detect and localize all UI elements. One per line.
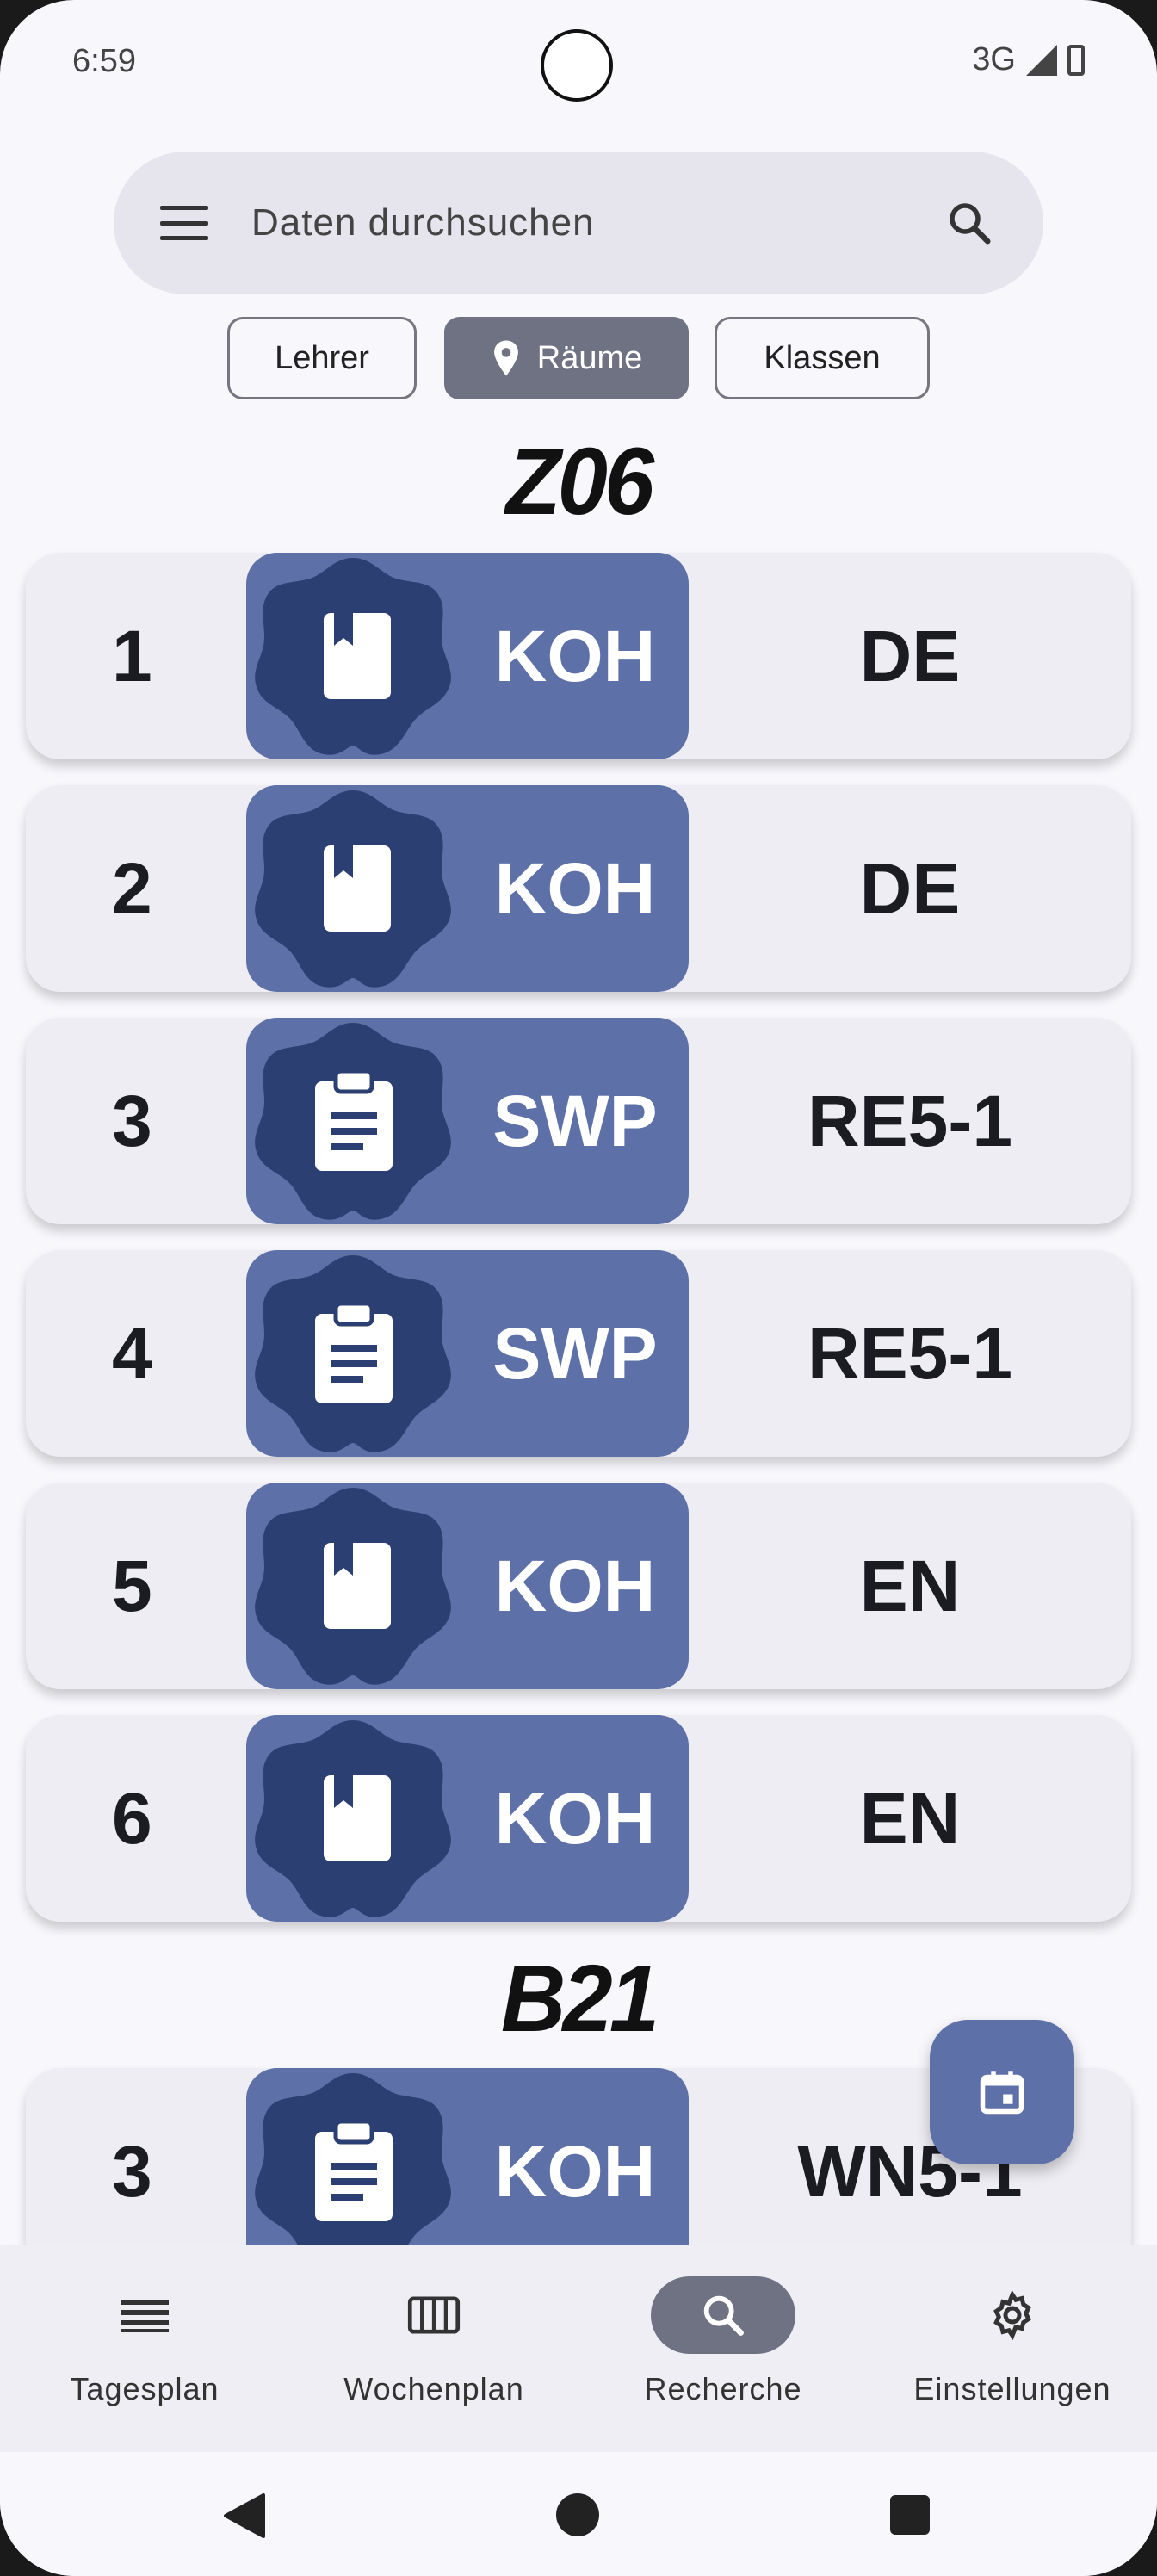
filter-chip-raeume[interactable]: Räume: [444, 317, 689, 399]
book-icon: [255, 1720, 451, 1917]
subject-name: EN: [859, 1777, 961, 1859]
lesson-card[interactable]: 5 KOH EN: [26, 1483, 1131, 1689]
period-number: 5: [112, 1545, 152, 1626]
nav-label: Tagesplan: [70, 2371, 220, 2406]
teacher-badge[interactable]: KOH: [246, 2068, 689, 2275]
calendar-icon: [980, 2071, 1024, 2115]
chip-label: Räume: [536, 339, 643, 376]
filter-chip-lehrer[interactable]: Lehrer: [227, 317, 417, 399]
search-input[interactable]: [250, 201, 944, 245]
lesson-card[interactable]: 1 KOH DE: [26, 553, 1131, 759]
book-icon: [255, 1488, 451, 1685]
nav-einstellungen[interactable]: Einstellungen: [868, 2245, 1157, 2452]
location-pin-icon: [493, 340, 518, 376]
lesson-card[interactable]: 2 KOH DE: [26, 785, 1131, 992]
home-icon[interactable]: [556, 2493, 599, 2536]
lesson-card[interactable]: 3 SWP RE5-1: [26, 1018, 1131, 1224]
nav-recherche[interactable]: Recherche: [578, 2245, 868, 2452]
lesson-card[interactable]: 6 KOH EN: [26, 1715, 1131, 1922]
nav-label: Wochenplan: [343, 2371, 524, 2406]
book-icon: [255, 790, 451, 988]
period-number: 3: [112, 2130, 152, 2212]
teacher-badge[interactable]: SWP: [246, 1018, 689, 1224]
network-label: 3G: [972, 41, 1016, 77]
clipboard-icon: [255, 1255, 451, 1452]
lesson-card[interactable]: 4 SWP RE5-1: [26, 1250, 1131, 1457]
week-grid-icon: [362, 2276, 506, 2354]
period-number: 3: [112, 1080, 152, 1161]
teacher-name: SWP: [492, 1312, 658, 1394]
menu-icon[interactable]: [160, 206, 208, 240]
period-number: 1: [112, 615, 152, 697]
teacher-badge[interactable]: SWP: [246, 1250, 689, 1457]
book-icon: [255, 558, 451, 755]
back-icon[interactable]: [222, 2492, 267, 2540]
nav-tagesplan[interactable]: Tagesplan: [0, 2245, 289, 2452]
search-bar[interactable]: [114, 152, 1043, 294]
search-icon[interactable]: [944, 197, 995, 249]
filter-chip-klassen[interactable]: Klassen: [715, 317, 930, 399]
period-number: 2: [112, 847, 152, 929]
teacher-badge[interactable]: KOH: [246, 1715, 689, 1922]
room-title-z06: Z06: [505, 429, 654, 535]
subject-name: DE: [859, 847, 961, 929]
nav-label: Einstellungen: [913, 2371, 1111, 2406]
subject-name: EN: [859, 1545, 961, 1626]
system-navigation-bar: [0, 2452, 1157, 2576]
battery-icon: [1067, 44, 1085, 76]
camera-cutout: [541, 29, 613, 102]
teacher-name: KOH: [494, 615, 656, 697]
teacher-name: KOH: [494, 1545, 656, 1626]
status-time: 6:59: [72, 43, 136, 79]
subject-name: RE5-1: [807, 1080, 1013, 1161]
calendar-fab-button[interactable]: [930, 2020, 1074, 2164]
teacher-name: KOH: [494, 847, 656, 929]
list-icon: [72, 2276, 217, 2354]
chip-label: Lehrer: [275, 339, 369, 376]
status-icons: 3G: [972, 41, 1085, 78]
subject-name: RE5-1: [807, 1312, 1013, 1394]
teacher-name: KOH: [494, 1777, 656, 1859]
nav-label: Recherche: [644, 2371, 802, 2406]
clipboard-icon: [255, 2073, 451, 2270]
gear-icon: [940, 2276, 1085, 2354]
bottom-navigation: Tagesplan Wochenplan Recherche Einstellu…: [0, 2245, 1157, 2452]
period-number: 6: [112, 1777, 152, 1859]
teacher-badge[interactable]: KOH: [246, 785, 689, 992]
teacher-name: KOH: [494, 2130, 656, 2212]
nav-wochenplan[interactable]: Wochenplan: [289, 2245, 578, 2452]
clipboard-icon: [255, 1023, 451, 1220]
recents-icon[interactable]: [890, 2495, 930, 2535]
signal-icon: [1026, 44, 1057, 76]
teacher-badge[interactable]: KOH: [246, 1483, 689, 1689]
phone-screen: 6:59 3G Lehrer Räume Klassen Z06 1: [0, 0, 1157, 2576]
period-number: 4: [112, 1312, 152, 1394]
subject-name: DE: [859, 615, 961, 697]
search-icon: [651, 2276, 795, 2354]
teacher-name: SWP: [492, 1080, 658, 1161]
chip-label: Klassen: [764, 339, 881, 376]
teacher-badge[interactable]: KOH: [246, 553, 689, 759]
